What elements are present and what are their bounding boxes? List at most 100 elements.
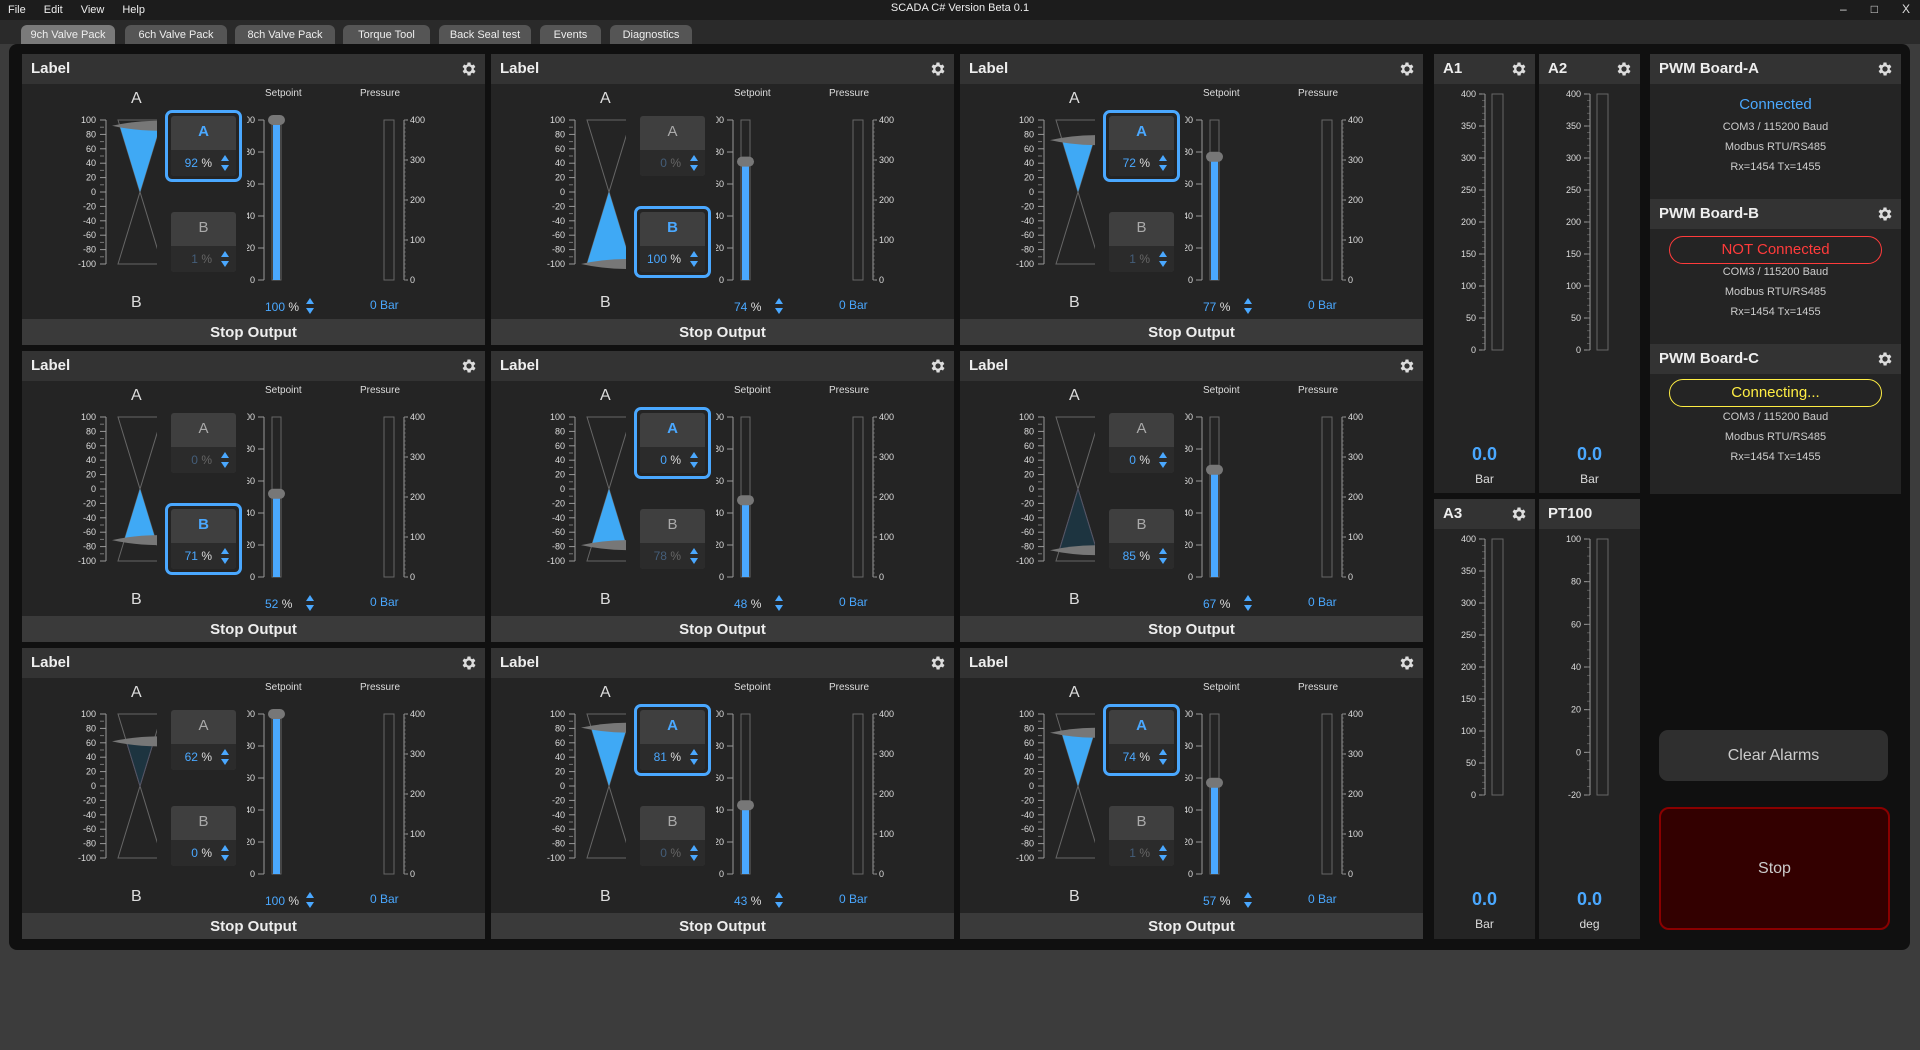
stop-output-button[interactable]: Stop Output (22, 913, 485, 939)
channel-a-selector[interactable]: A 0 % (634, 407, 711, 479)
close-button[interactable]: X (1902, 2, 1910, 16)
channel-a-selector[interactable]: A 0 % (1103, 407, 1180, 479)
setpoint-thumb[interactable] (268, 709, 285, 719)
setpoint-thumb[interactable] (268, 115, 285, 125)
setpoint-slider[interactable]: 100 80 60 40 20 0 (1185, 678, 1285, 888)
setpoint-slider[interactable]: 100 80 60 40 20 0 (716, 678, 816, 888)
channel-a-spinner[interactable] (220, 450, 230, 470)
setpoint-slider[interactable]: 100 80 60 40 20 0 (716, 381, 816, 591)
channel-b-selector[interactable]: B 78 % (634, 503, 711, 575)
setpoint-slider[interactable]: 100 80 60 40 20 0 (716, 84, 816, 294)
channel-b-selector[interactable]: B 71 % (165, 503, 242, 575)
setpoint-slider[interactable]: 100 80 60 40 20 0 (1185, 84, 1285, 294)
channel-b-spinner[interactable] (689, 843, 699, 863)
stop-button[interactable]: Stop (1659, 807, 1890, 930)
channel-a-selector[interactable]: A 62 % (165, 704, 242, 776)
stop-output-button[interactable]: Stop Output (491, 616, 954, 642)
valve-gauge: 100 80 60 40 20 0 -20 -40 -60 -80 -100 (547, 115, 626, 269)
channel-a-selector[interactable]: A 72 % (1103, 110, 1180, 182)
channel-b-selector[interactable]: B 0 % (634, 800, 711, 872)
gear-icon[interactable] (929, 654, 947, 672)
channel-b-spinner[interactable] (220, 546, 230, 566)
setpoint-spinner[interactable] (774, 890, 784, 910)
tab-bar: 9ch Valve Pack 6ch Valve Pack 8ch Valve … (0, 20, 1920, 45)
setpoint-thumb[interactable] (737, 495, 754, 506)
setpoint-thumb[interactable] (1206, 151, 1223, 162)
channel-b-selector[interactable]: B 100 % (634, 206, 711, 278)
channel-a-spinner[interactable] (220, 153, 230, 173)
gear-icon[interactable] (1876, 205, 1894, 223)
channel-b-spinner[interactable] (689, 546, 699, 566)
gear-icon[interactable] (1876, 350, 1894, 368)
clear-alarms-button[interactable]: Clear Alarms (1659, 730, 1888, 781)
gear-icon[interactable] (460, 357, 478, 375)
setpoint-slider[interactable]: 100 80 60 40 20 0 (1185, 381, 1285, 591)
setpoint-spinner[interactable] (305, 593, 315, 613)
setpoint-thumb[interactable] (737, 156, 754, 167)
channel-b-selector[interactable]: B 85 % (1103, 503, 1180, 575)
stop-output-button[interactable]: Stop Output (22, 616, 485, 642)
channel-b-selector[interactable]: B 1 % (1103, 206, 1180, 278)
gear-icon[interactable] (929, 60, 947, 78)
stop-output-button[interactable]: Stop Output (22, 319, 485, 345)
channel-b-selector[interactable]: B 1 % (165, 206, 242, 278)
stop-output-button[interactable]: Stop Output (491, 913, 954, 939)
channel-b-spinner[interactable] (689, 249, 699, 269)
channel-a-spinner[interactable] (220, 747, 230, 767)
setpoint-spinner[interactable] (305, 890, 315, 910)
tab-events[interactable]: Events (540, 25, 601, 45)
channel-b-spinner[interactable] (220, 843, 230, 863)
channel-a-spinner[interactable] (689, 747, 699, 767)
channel-b-spinner[interactable] (220, 249, 230, 269)
setpoint-spinner[interactable] (305, 296, 315, 316)
channel-b-spinner[interactable] (1158, 249, 1168, 269)
channel-a-spinner[interactable] (1158, 153, 1168, 173)
gear-icon[interactable] (1876, 60, 1894, 78)
gear-icon[interactable] (1398, 60, 1416, 78)
gear-icon[interactable] (1398, 654, 1416, 672)
tab-6ch-valve-pack[interactable]: 6ch Valve Pack (125, 25, 227, 45)
tab-back-seal-test[interactable]: Back Seal test (439, 25, 531, 45)
setpoint-thumb[interactable] (1206, 777, 1223, 788)
setpoint-spinner[interactable] (774, 296, 784, 316)
tab-torque-tool[interactable]: Torque Tool (343, 25, 430, 45)
setpoint-slider[interactable]: 100 80 60 40 20 0 (247, 678, 347, 888)
stop-output-button[interactable]: Stop Output (491, 319, 954, 345)
tab-diagnostics[interactable]: Diagnostics (610, 25, 692, 45)
setpoint-spinner[interactable] (774, 593, 784, 613)
channel-b-spinner[interactable] (1158, 546, 1168, 566)
minimize-button[interactable]: – (1840, 2, 1847, 16)
analog-panel-a3: A3 400 350 300 250 200 150 100 50 0 0.0 Bar (1434, 499, 1535, 939)
channel-a-spinner[interactable] (689, 450, 699, 470)
setpoint-spinner[interactable] (1243, 890, 1253, 910)
setpoint-slider[interactable]: 100 80 60 40 20 0 (247, 381, 347, 591)
gear-icon[interactable] (1398, 357, 1416, 375)
setpoint-spinner[interactable] (1243, 593, 1253, 613)
channel-a-selector[interactable]: A 0 % (165, 407, 242, 479)
channel-a-selector[interactable]: A 0 % (634, 110, 711, 182)
gear-icon[interactable] (929, 357, 947, 375)
tab-9ch-valve-pack[interactable]: 9ch Valve Pack (21, 25, 115, 45)
setpoint-tick-label: 80 (716, 147, 724, 157)
channel-a-selector[interactable]: A 92 % (165, 110, 242, 182)
stop-output-button[interactable]: Stop Output (960, 319, 1423, 345)
gear-icon[interactable] (460, 60, 478, 78)
channel-a-spinner[interactable] (1158, 747, 1168, 767)
channel-b-selector[interactable]: B 1 % (1103, 800, 1180, 872)
setpoint-thumb[interactable] (1206, 464, 1223, 475)
channel-b-spinner[interactable] (1158, 843, 1168, 863)
channel-a-spinner[interactable] (689, 153, 699, 173)
setpoint-spinner[interactable] (1243, 296, 1253, 316)
tab-8ch-valve-pack[interactable]: 8ch Valve Pack (235, 25, 335, 45)
channel-a-selector[interactable]: A 74 % (1103, 704, 1180, 776)
maximize-button[interactable]: □ (1871, 2, 1878, 16)
setpoint-thumb[interactable] (268, 488, 285, 499)
setpoint-thumb[interactable] (737, 800, 754, 811)
setpoint-slider[interactable]: 100 80 60 40 20 0 (247, 84, 347, 294)
channel-a-selector[interactable]: A 81 % (634, 704, 711, 776)
stop-output-button[interactable]: Stop Output (960, 616, 1423, 642)
channel-a-spinner[interactable] (1158, 450, 1168, 470)
stop-output-button[interactable]: Stop Output (960, 913, 1423, 939)
channel-b-selector[interactable]: B 0 % (165, 800, 242, 872)
gear-icon[interactable] (460, 654, 478, 672)
